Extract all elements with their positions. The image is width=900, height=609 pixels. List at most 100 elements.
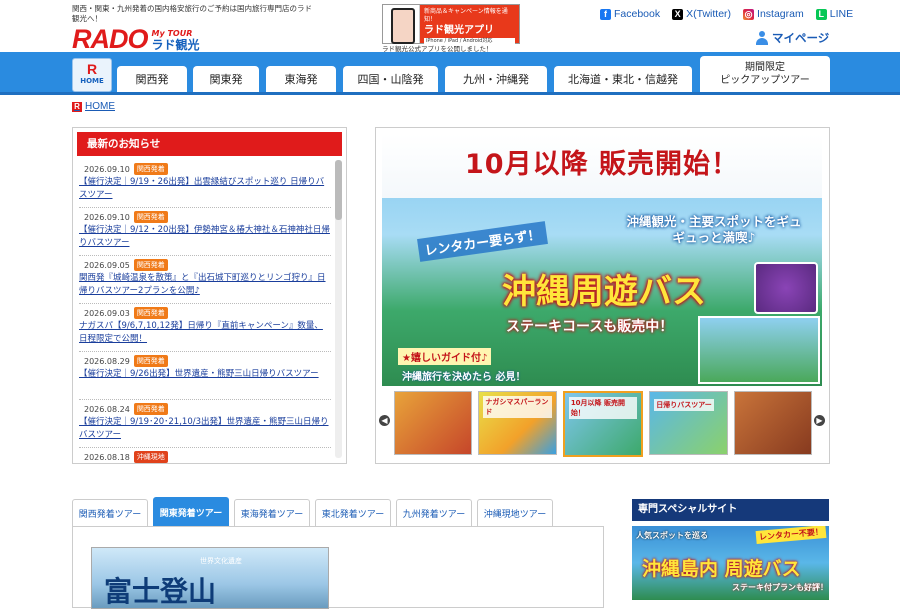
slider-prev-icon[interactable]: ◀ (379, 415, 390, 426)
news-date: 2026.09.10 (84, 212, 130, 222)
breadcrumb-home: HOME (85, 101, 115, 112)
tour-tab-kanto[interactable]: 関東発着ツアー (153, 497, 229, 527)
special-site-banner[interactable]: 人気スポットを巡る レンタカー不要！ 沖縄島内 周遊バス ステーキ付プランも好評… (632, 526, 829, 600)
slider-next-icon[interactable]: ▶ (814, 415, 825, 426)
news-badge: 関西発着 (133, 403, 168, 415)
tour-tab-okinawa[interactable]: 沖縄現地ツアー (477, 499, 553, 527)
slider-thumb[interactable]: 10月以降 販売開始！ (562, 391, 644, 457)
news-badge: 沖縄現地 (133, 451, 168, 463)
fuji-title: 富士登山 (104, 575, 217, 608)
line-link[interactable]: L LINE (815, 8, 854, 20)
news-item[interactable]: 2026.09.10 関西発着 【催行決定｜9/12・20出発】伊勢神宮＆椿大神社… (79, 208, 331, 256)
facebook-icon: f (600, 8, 611, 20)
thumb-label: 日帰りバスツアー (654, 399, 714, 411)
nav-home-label: HOME (80, 77, 104, 85)
x-label: X(Twitter) (686, 8, 732, 20)
nav-tab-kanto[interactable]: 関東発 (193, 66, 259, 92)
tour-tab-tohoku[interactable]: 東北発着ツアー (315, 499, 391, 527)
pickup-line2: ピックアップツアー (720, 75, 810, 86)
news-badge: 関西発着 (133, 355, 168, 367)
site-tagline: 関西・関東・九州発着の国内格安旅行のご予約は国内旅行専門店のラド観光へ！ (72, 4, 312, 23)
slider-thumb[interactable]: ナガシマスパーランド (478, 391, 557, 455)
app-banner[interactable]: 新商品＆キャンペーン情報を通知！ ラド観光アプリ iPhone / iPad /… (382, 4, 520, 45)
slider-thumbnails: ナガシマスパーランド 10月以降 販売開始！ 日帰りバスツアー (394, 391, 813, 457)
news-link[interactable]: 【催行決定｜9/12・20出発】伊勢神宮＆椿大神社＆石神神社日帰りバスツアー (79, 224, 331, 250)
mypage-link[interactable]: マイページ (755, 30, 829, 46)
nav-tab-shikoku[interactable]: 四国・山陰発 (343, 66, 438, 92)
nav-tab-hokkaido[interactable]: 北海道・東北・信越発 (554, 66, 692, 92)
news-list: 2026.09.10 関西発着 【催行決定｜9/19・26出発】出雲縁結びスポット… (79, 160, 331, 463)
hero-sub: 沖縄観光・主要スポットをギュギュっと満喫♪ (626, 214, 802, 245)
news-item[interactable]: 2026.09.10 関西発着 【催行決定｜9/19・26出発】出雲縁結びスポット… (79, 160, 331, 208)
hero-rent: レンタカー要らず！ (417, 221, 548, 262)
news-scroll-thumb[interactable] (335, 160, 342, 220)
news-badge: 関西発着 (133, 259, 168, 271)
line-icon: L (815, 8, 827, 20)
news-item[interactable]: 2026.09.03 関西発着 ナガスパ【9/6,7,10,12発】日帰り『直前キ… (79, 304, 331, 352)
site-logo[interactable]: RADO My TOUR ラド観光 (72, 24, 200, 54)
news-title: 最新のお知らせ (77, 132, 342, 156)
facebook-label: Facebook (614, 8, 661, 20)
home-logo-icon: R (86, 61, 98, 77)
news-badge: 関西発着 (133, 163, 168, 175)
news-date: 2026.09.10 (84, 164, 130, 174)
slider-thumb[interactable] (733, 391, 813, 455)
fuji-sub: 世界文化遺産 (200, 557, 242, 565)
x-link[interactable]: X X(Twitter) (672, 8, 731, 20)
nav-tab-kansai[interactable]: 関西発 (117, 66, 187, 92)
instagram-label: Instagram (757, 8, 804, 20)
news-panel: 最新のお知らせ 2026.09.10 関西発着 【催行決定｜9/19・26出発】出… (72, 127, 347, 464)
phone-icon (383, 5, 420, 44)
pickup-line1: 期間限定 (745, 62, 785, 73)
logo-rado: RADO (72, 24, 148, 54)
news-date: 2026.08.29 (84, 356, 130, 366)
hero-photo-beach (698, 316, 820, 384)
social-links: f Facebook X X(Twitter) ◎ Instagram L LINE (600, 8, 853, 20)
app-banner-line1: 新商品＆キャンペーン情報を通知！ (424, 8, 508, 23)
tour-panel: 世界文化遺産 富士登山 (72, 526, 604, 609)
special-banner-line1: 人気スポットを巡る (636, 531, 708, 540)
breadcrumb[interactable]: R HOME (72, 101, 115, 112)
special-banner-sub: ステーキ付プランも好評！ (732, 583, 828, 592)
home-icon: R (72, 101, 82, 112)
news-link[interactable]: 関西発『城崎温泉を散策』と『出石城下町巡りとリンゴ狩り』日帰りバスツアー2プラン… (79, 272, 331, 298)
slider-thumb[interactable] (394, 391, 473, 455)
nav-tab-pickup[interactable]: 期間限定 ピックアップツアー (700, 56, 830, 92)
instagram-link[interactable]: ◎ Instagram (743, 8, 804, 20)
x-icon: X (672, 8, 684, 20)
app-banner-title: ラド観光アプリ (424, 25, 494, 36)
instagram-icon: ◎ (743, 8, 755, 20)
news-item[interactable]: 2026.08.18 沖縄現地 (79, 448, 331, 463)
tour-tab-kansai[interactable]: 関西発着ツアー (72, 499, 148, 527)
news-badge: 関西発着 (133, 307, 168, 319)
logo-jp: ラド観光 (151, 38, 200, 52)
special-site-title: 専門スペシャルサイト (632, 499, 829, 521)
hero-main: 沖縄周遊バス (502, 272, 706, 312)
hero-slider: 10月以降 販売開始！ レンタカー要らず！ 沖縄観光・主要スポットをギュギュっと… (375, 127, 830, 464)
news-link[interactable]: 【催行決定｜9/19・26出発】出雲縁結びスポット巡り 日帰りバスツアー (79, 176, 331, 202)
nav-tab-tokai[interactable]: 東海発 (266, 66, 336, 92)
thumb-label: ナガシマスパーランド (483, 396, 552, 418)
news-date: 2026.08.24 (84, 404, 130, 414)
special-banner-badge: レンタカー不要！ (755, 526, 827, 545)
user-icon (755, 31, 769, 45)
tour-tab-kyushu[interactable]: 九州発着ツアー (396, 499, 472, 527)
news-link[interactable]: ナガスパ【9/6,7,10,12発】日帰り『直前キャンペーン』数量、日程限定で公… (79, 320, 331, 346)
nav-home[interactable]: R HOME (72, 58, 112, 92)
news-link[interactable]: 【催行決定｜9/26出発】世界遺産・熊野三山日帰りバスツアー (79, 368, 331, 381)
news-item[interactable]: 2026.08.24 関西発着 【催行決定｜9/19･20･21,10/3出発】世… (79, 400, 331, 448)
news-link[interactable]: 【催行決定｜9/19･20･21,10/3出発】世界遺産・熊野三山日帰りバスツア… (79, 416, 331, 442)
news-date: 2026.09.03 (84, 308, 130, 318)
news-item[interactable]: 2026.09.05 関西発着 関西発『城崎温泉を散策』と『出石城下町巡りとリンゴ… (79, 256, 331, 304)
tour-tab-tokai[interactable]: 東海発着ツアー (234, 499, 310, 527)
news-item[interactable]: 2026.08.29 関西発着 【催行決定｜9/26出発】世界遺産・熊野三山日帰り… (79, 352, 331, 400)
mypage-label: マイページ (772, 33, 830, 45)
line-label: LINE (829, 8, 854, 20)
logo-tour: My TOUR (151, 29, 193, 38)
special-banner-main: 沖縄島内 周遊バス (642, 558, 801, 580)
hero-banner[interactable]: 10月以降 販売開始！ レンタカー要らず！ 沖縄観光・主要スポットをギュギュっと… (382, 134, 822, 386)
slider-thumb[interactable]: 日帰りバスツアー (649, 391, 728, 455)
facebook-link[interactable]: f Facebook (600, 8, 660, 20)
nav-tab-kyushu[interactable]: 九州・沖縄発 (445, 66, 547, 92)
hero-photo-purple (754, 262, 818, 314)
